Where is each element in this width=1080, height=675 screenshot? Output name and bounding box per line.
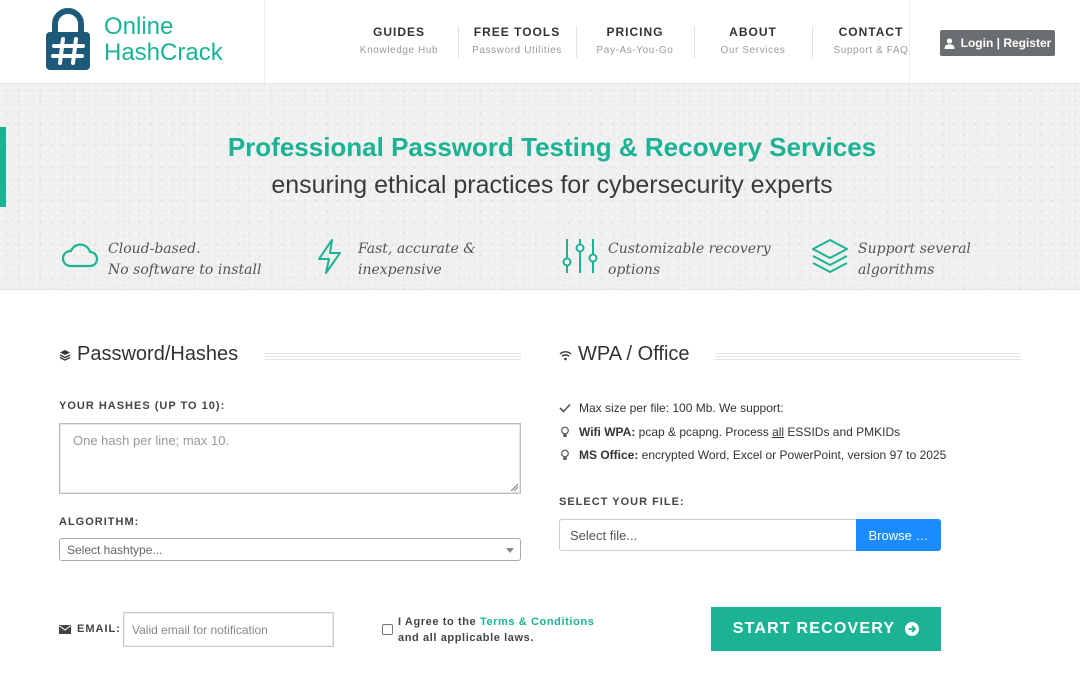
file-input[interactable]: Select file... — [559, 519, 857, 551]
agree-checkbox[interactable] — [382, 624, 393, 635]
main-nav: GUIDES Knowledge Hub FREE TOOLS Password… — [340, 20, 930, 64]
feature-line: Support several — [858, 241, 971, 257]
info-text: Max size per file: 100 Mb. We support: — [579, 401, 784, 415]
hashes-textarea[interactable]: One hash per line; max 10. — [59, 423, 521, 494]
email-label: EMAIL: — [77, 623, 121, 635]
section-divider — [715, 352, 1021, 360]
nav-item-about[interactable]: ABOUT Our Services — [694, 20, 812, 64]
hero-banner: Professional Password Testing & Recovery… — [0, 84, 1080, 290]
header-divider — [909, 0, 910, 84]
lightbulb-icon — [561, 449, 569, 460]
layers-icon — [59, 349, 71, 361]
feature-custom: Customizable recovery options — [560, 236, 771, 286]
arrow-right-circle-icon — [905, 622, 920, 636]
check-icon — [559, 403, 571, 413]
terms-link[interactable]: Terms & Conditions — [480, 616, 595, 628]
browse-button[interactable]: Browse … — [856, 519, 941, 551]
wifi-icon — [559, 350, 572, 360]
email-input[interactable]: Valid email for notification — [123, 612, 334, 647]
feature-line: Customizable recovery — [608, 241, 771, 257]
nav-title: FREE TOOLS — [473, 25, 561, 39]
logo-wordmark: Online HashCrack — [104, 14, 223, 66]
nav-subtitle: Knowledge Hub — [359, 45, 439, 56]
office-text: encrypted Word, Excel or PowerPoint, ver… — [638, 448, 947, 462]
email-placeholder: Valid email for notification — [132, 623, 268, 637]
nav-subtitle: Our Services — [720, 45, 786, 56]
cloud-icon — [61, 243, 99, 268]
nav-item-free-tools[interactable]: FREE TOOLS Password Utilities — [458, 20, 576, 64]
layers-icon — [812, 239, 848, 273]
algorithm-select-value: Select hashtype... — [67, 543, 163, 557]
start-recovery-label: START RECOVERY — [732, 620, 896, 637]
nav-subtitle: Password Utilities — [472, 45, 562, 56]
site-header: Online HashCrack GUIDES Knowledge Hub FR… — [0, 0, 1080, 84]
wifi-text-b: ESSIDs and PMKIDs — [784, 425, 901, 439]
sliders-icon — [562, 239, 598, 273]
feature-line: inexpensive — [358, 262, 442, 278]
nav-title: CONTACT — [838, 25, 904, 39]
file-label: SELECT YOUR FILE: — [559, 496, 685, 508]
info-max-size: Max size per file: 100 Mb. We support: — [559, 401, 784, 415]
resize-grip-icon[interactable] — [510, 483, 518, 491]
hero-title: Professional Password Testing & Recovery… — [227, 132, 877, 162]
section-divider — [265, 352, 521, 360]
login-register-label: Login | Register — [960, 36, 1052, 50]
file-placeholder: Select file... — [570, 528, 638, 543]
algorithm-label: ALGORITHM: — [59, 516, 140, 528]
feature-cloud: Cloud-based. No software to install — [60, 236, 261, 286]
office-label: MS Office: — [579, 448, 639, 462]
logo-line-2: HashCrack — [104, 39, 223, 66]
site-logo[interactable]: Online HashCrack — [44, 8, 264, 74]
wifi-text-a: pcap & pcapng. Process — [635, 425, 773, 439]
hashes-placeholder: One hash per line; max 10. — [73, 433, 230, 448]
wpa-office-heading: WPA / Office — [559, 343, 690, 366]
nav-title: PRICING — [606, 25, 664, 39]
lightbulb-icon — [561, 426, 569, 437]
feature-line: No software to install — [108, 262, 262, 278]
hero-subtitle: ensuring ethical practices for cybersecu… — [271, 171, 833, 199]
wifi-all: all — [772, 425, 785, 439]
feature-algorithms: Support several algorithms — [810, 236, 971, 286]
logo-line-1: Online — [104, 13, 174, 40]
info-text: MS Office: encrypted Word, Excel or Powe… — [579, 448, 946, 462]
feature-speed: Fast, accurate & inexpensive — [310, 236, 476, 286]
envelope-icon — [59, 624, 71, 634]
login-register-button[interactable]: Login | Register — [940, 30, 1055, 56]
feature-line: options — [608, 262, 661, 278]
nav-subtitle: Support & FAQ — [833, 45, 909, 56]
email-label-group: EMAIL: — [59, 623, 121, 635]
agree-prefix: I Agree to the — [398, 616, 480, 628]
start-recovery-button[interactable]: START RECOVERY — [711, 607, 941, 651]
user-icon — [944, 37, 955, 49]
lightning-icon — [318, 239, 341, 274]
section-title-text: Password/Hashes — [77, 343, 239, 365]
nav-title: GUIDES — [372, 25, 425, 39]
wifi-label: Wifi WPA: — [579, 425, 636, 439]
agree-suffix: and all applicable laws. — [398, 632, 535, 644]
section-title-text: WPA / Office — [578, 343, 690, 365]
chevron-down-icon — [506, 548, 514, 553]
nav-item-guides[interactable]: GUIDES Knowledge Hub — [340, 20, 458, 64]
feature-line: Cloud-based. — [108, 241, 201, 257]
nav-item-pricing[interactable]: PRICING Pay-As-You-Go — [576, 20, 694, 64]
nav-title: ABOUT — [729, 25, 777, 39]
info-wifi: Wifi WPA: pcap & pcapng. Process all ESS… — [559, 425, 900, 439]
lock-hash-logo-icon — [46, 8, 90, 70]
nav-item-contact[interactable]: CONTACT Support & FAQ — [812, 20, 930, 64]
info-text: Wifi WPA: pcap & pcapng. Process all ESS… — [579, 425, 900, 439]
agree-text: I Agree to the Terms & Conditions and al… — [398, 614, 594, 646]
info-office: MS Office: encrypted Word, Excel or Powe… — [559, 448, 946, 462]
feature-line: algorithms — [858, 262, 935, 278]
nav-subtitle: Pay-As-You-Go — [596, 45, 674, 56]
feature-line: Fast, accurate & — [358, 241, 476, 257]
hashes-label: YOUR HASHES (UP TO 10): — [59, 400, 226, 412]
algorithm-select[interactable]: Select hashtype... — [59, 538, 521, 561]
password-hashes-heading: Password/Hashes — [59, 343, 238, 366]
header-divider — [264, 0, 265, 84]
